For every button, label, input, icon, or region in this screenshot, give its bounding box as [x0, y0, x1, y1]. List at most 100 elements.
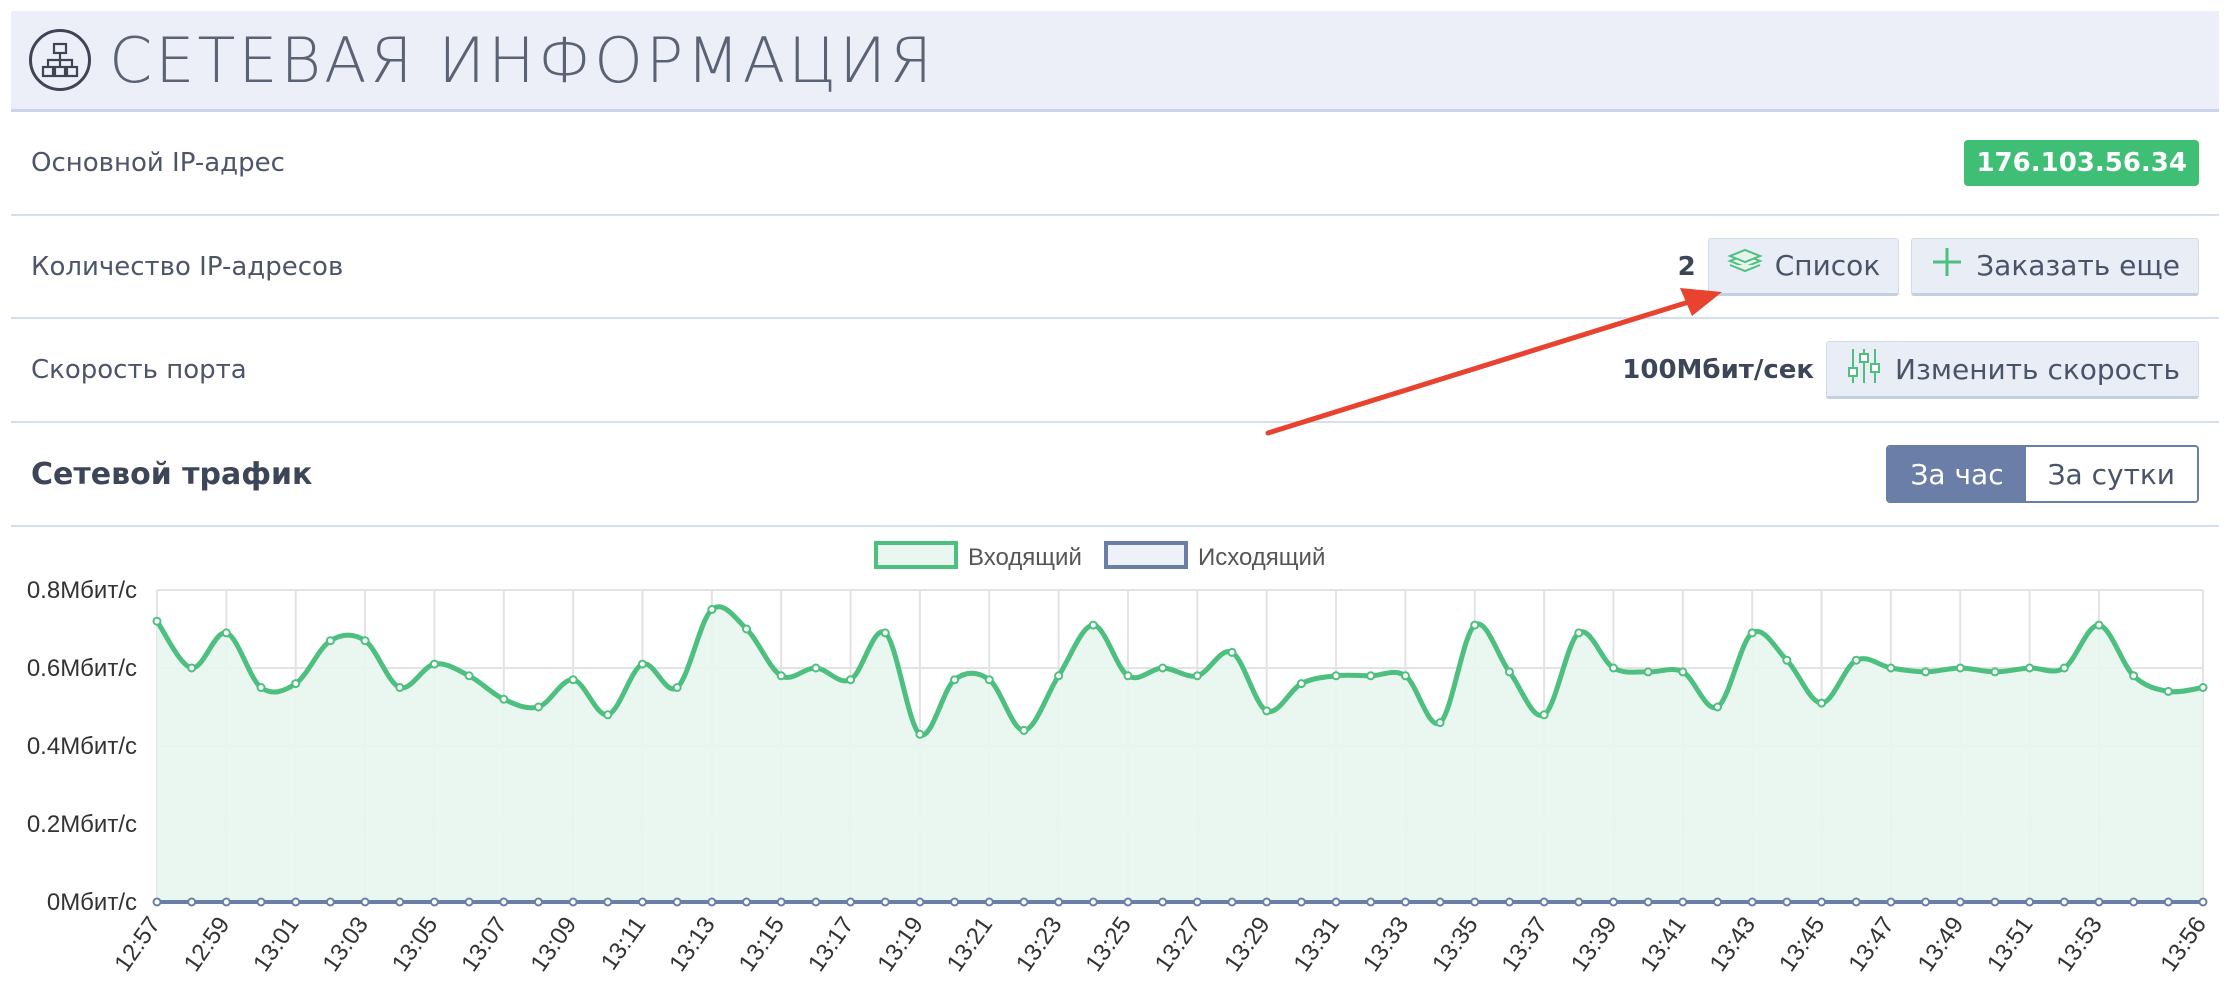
outgoing-point	[880, 897, 890, 907]
y-tick-label: 0.4Мбит/с	[27, 733, 137, 760]
outgoing-point	[360, 897, 370, 907]
change-speed-button[interactable]: Изменить скорость	[1826, 341, 2199, 399]
outgoing-point	[187, 897, 197, 907]
x-tick-label: 13:45	[1774, 912, 1831, 977]
incoming-point	[707, 605, 717, 614]
incoming-point	[1678, 667, 1688, 677]
outgoing-point	[1678, 897, 1688, 907]
outgoing-point	[2059, 897, 2069, 907]
outgoing-point	[915, 897, 925, 907]
outgoing-point	[1470, 897, 1480, 907]
incoming-point	[1400, 671, 1410, 681]
traffic-chart-svg: Входящий Исходящий 0Мбит/с 0.2Мбит/с 0.4Мбит…	[27, 541, 2212, 977]
x-tick-label: 12:57	[109, 912, 166, 977]
x-tick-label: 13:47	[1843, 912, 1900, 977]
legend-swatch-outgoing	[1104, 541, 1188, 569]
incoming-point	[1262, 706, 1272, 716]
sliders-icon	[1845, 346, 1883, 393]
outgoing-point	[1227, 897, 1237, 907]
x-tick-label: 13:15	[734, 912, 791, 977]
port-speed-label: Скорость порта	[31, 355, 247, 385]
legend-label-incoming: Входящий	[968, 544, 1082, 571]
legend-label-outgoing: Исходящий	[1198, 544, 1325, 571]
primary-ip-badge: 176.103.56.34	[1964, 140, 2199, 186]
x-tick-label: 13:39	[1566, 912, 1623, 977]
incoming-point	[568, 675, 578, 685]
primary-ip-label: Основной IP-адрес	[31, 148, 285, 178]
plus-icon	[1930, 245, 1964, 286]
incoming-point	[1574, 628, 1584, 638]
x-tick-label: 13:01	[248, 912, 305, 977]
incoming-point	[1331, 671, 1341, 681]
incoming-point	[360, 636, 370, 646]
incoming-point	[1713, 702, 1723, 712]
x-tick-label: 13:07	[456, 912, 513, 977]
incoming-point	[1643, 667, 1653, 677]
outgoing-point	[1747, 897, 1757, 907]
outgoing-point	[776, 897, 786, 907]
incoming-point	[1366, 671, 1376, 681]
x-tick-label: 13:37	[1496, 912, 1553, 977]
incoming-point	[742, 624, 752, 634]
incoming-point	[984, 675, 994, 685]
change-speed-label: Изменить скорость	[1895, 352, 2180, 386]
y-tick-label: 0.6Мбит/с	[27, 655, 137, 682]
period-hour-button[interactable]: За час	[1888, 447, 2026, 501]
period-day-button[interactable]: За сутки	[2025, 447, 2197, 501]
incoming-point	[637, 659, 647, 669]
order-more-button[interactable]: Заказать еще	[1911, 237, 2199, 296]
outgoing-point	[568, 897, 578, 907]
incoming-point	[325, 636, 335, 646]
traffic-header-row: Сетевой трафик За час За сутки	[11, 423, 2219, 527]
x-tick-label: 13:49	[1913, 912, 1970, 977]
outgoing-point	[1331, 897, 1341, 907]
incoming-point	[2198, 683, 2208, 692]
incoming-point	[1851, 655, 1861, 665]
incoming-point	[915, 729, 925, 739]
outgoing-point	[1851, 897, 1861, 907]
incoming-point	[256, 683, 266, 692]
incoming-point	[499, 694, 509, 704]
order-more-label: Заказать еще	[1976, 249, 2180, 282]
port-speed-row: Скорость порта 100Мбит/сек Изменить скор…	[11, 319, 2219, 423]
incoming-point	[1990, 667, 2000, 677]
outgoing-point	[1019, 897, 1029, 907]
period-toggle: За час За сутки	[1886, 445, 2199, 503]
x-tick-label: 13:05	[387, 912, 444, 977]
x-tick-label: 13:35	[1427, 912, 1484, 977]
incoming-point	[1782, 655, 1792, 665]
incoming-point	[2025, 663, 2035, 673]
incoming-point	[2094, 620, 2104, 630]
incoming-point	[1504, 667, 1514, 677]
incoming-point	[950, 675, 960, 685]
outgoing-point	[1782, 897, 1792, 907]
outgoing-point	[1713, 897, 1723, 907]
outgoing-point	[1435, 897, 1445, 907]
y-tick-label: 0.2Мбит/с	[27, 811, 137, 838]
outgoing-point	[811, 897, 821, 907]
outgoing-point	[2025, 897, 2035, 907]
x-tick-label: 13:25	[1080, 912, 1137, 977]
incoming-area	[157, 606, 2203, 902]
incoming-point	[2163, 686, 2173, 696]
x-tick-label: 13:53	[2051, 912, 2108, 977]
x-tick-label: 13:17	[803, 912, 860, 977]
ip-list-button[interactable]: Список	[1707, 237, 1900, 296]
y-tick-label: 0Мбит/с	[47, 889, 137, 916]
legend-swatch-incoming	[874, 541, 958, 569]
outgoing-point	[2163, 897, 2173, 907]
outgoing-point	[1539, 897, 1549, 907]
outgoing-point	[1504, 897, 1514, 907]
x-tick-label: 13:31	[1288, 912, 1345, 977]
outgoing-point	[742, 897, 752, 907]
outgoing-point	[2094, 897, 2104, 907]
incoming-point	[1470, 620, 1480, 630]
outgoing-point	[256, 897, 266, 907]
outgoing-point	[152, 897, 162, 907]
x-tick-label: 13:21	[942, 912, 999, 977]
primary-ip-row: Основной IP-адрес 176.103.56.34	[11, 112, 2219, 216]
port-speed-value: 100Мбит/сек	[1622, 355, 1815, 385]
incoming-point	[846, 675, 856, 685]
outgoing-point	[1262, 897, 1272, 907]
network-info-panel: СЕТЕВАЯ ИНФОРМАЦИЯ Основной IP-адрес 176…	[11, 11, 2219, 527]
